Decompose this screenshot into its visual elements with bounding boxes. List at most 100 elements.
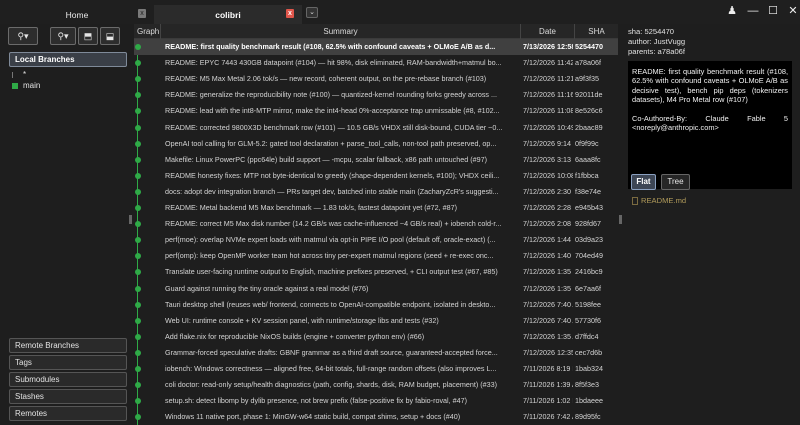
commit-row[interactable]: perf(omp): keep OpenMP worker team hot a… [134,248,618,264]
commit-row[interactable]: README: correct M5 Max disk number (14.2… [134,216,618,232]
local-branches-header[interactable]: Local Branches [9,52,127,67]
commit-row[interactable]: README honesty fixes: MTP not byte-ident… [134,168,618,184]
commit-node-icon [135,349,141,356]
commit-date: 7/12/2026 1:35 PM [523,267,573,277]
commit-row[interactable]: README: lead with the int8-MTP mirror, m… [134,103,618,119]
commit-date: 7/11/2026 1:02 PM [523,396,573,406]
commit-sha-cell: 8e526c6 [575,106,603,116]
commit-row[interactable]: iobench: Windows correctness — aligned f… [134,361,618,377]
tab-colibri-close-icon[interactable]: x [286,9,294,18]
account-icon[interactable]: ♟ [724,4,740,18]
commit-row[interactable]: README: first quality benchmark result (… [134,39,618,55]
commit-summary: README: first quality benchmark result (… [165,42,496,51]
commit-row[interactable]: Guard against running the tiny oracle ag… [134,281,618,297]
toolbar: ⚲▾ ⚲▾ ⬒ ⬓ [0,24,130,48]
commit-sha-cell: 704ed49 [575,251,603,261]
flat-view-button[interactable]: Flat [631,174,656,190]
commit-sha-cell: 1bab324 [575,364,603,373]
tags-header[interactable]: Tags [9,355,127,370]
column-header-summary[interactable]: Summary [160,24,520,39]
tab-home[interactable]: Home x [0,5,154,24]
commit-date: 7/12/2026 11:08 PM [523,106,573,116]
commit-date: 7/12/2026 1:35 AM [523,331,573,341]
commit-row[interactable]: README: corrected 9800X3D benchmark row … [134,120,618,136]
commit-row[interactable]: Web UI: runtime console + KV session pan… [134,313,618,329]
commit-summary: Grammar-forced speculative drafts: GBNF … [165,347,498,357]
commit-node-icon [135,124,141,131]
commit-sha-cell: 5198fee [575,299,601,309]
commit-row[interactable]: Grammar-forced speculative drafts: GBNF … [134,345,618,361]
commit-date: 7/11/2026 1:39 AM [523,380,573,390]
branch-label: main [23,81,41,90]
commit-row[interactable]: perf(moe): overlap NVMe expert loads wit… [134,232,618,248]
commit-row[interactable]: Makefile: Linux PowerPC (ppc64le) build … [134,152,618,168]
commit-date: 7/12/2026 1:40 PM [523,251,573,261]
commit-row[interactable]: Windows 11 native port, phase 1: MinGW-w… [134,409,618,425]
stash-button[interactable]: ⬒ [78,27,98,45]
commit-sha-cell: 6e7aa6f [575,283,601,293]
commit-summary: README: Metal backend M5 Max benchmark —… [165,203,458,212]
sidebar: Local Branches * main Remote Branches Ta… [0,48,132,425]
file-icon [632,196,638,205]
branch-item-main[interactable]: main [12,80,40,91]
remotes-header[interactable]: Remotes [9,406,127,421]
commit-row[interactable]: coli doctor: read-only setup/health diag… [134,377,618,393]
commit-sha-cell: f38e74e [575,186,601,196]
tab-colibri[interactable]: colibri x [154,5,302,24]
commit-node-icon [135,382,141,389]
tree-view-button[interactable]: Tree [661,174,690,190]
commit-sha-cell: a78a06f [575,58,601,68]
commit-summary: Tauri desktop shell (reuses web/ fronten… [165,299,496,309]
remote-branches-header[interactable]: Remote Branches [9,338,127,353]
commit-summary: Add flake.nix for reproducible NixOS bui… [165,331,425,341]
stash-pop-button[interactable]: ⬓ [100,27,120,45]
commit-sha-cell: cec7d6b [575,347,603,357]
fetch-button[interactable]: ⚲▾ [8,27,38,45]
pull-button[interactable]: ⚲▾ [50,27,76,45]
current-branch-icon [12,82,18,89]
branch-item-star[interactable]: * [12,69,26,80]
commit-sha-cell: 6aaa8fc [575,154,601,164]
commit-date: 7/12/2026 3:13 PM [523,154,573,164]
branch-marker-icon [12,71,18,78]
commit-row[interactable]: README: generalize the reproducibility n… [134,87,618,103]
commit-node-icon [135,188,141,195]
commit-details-panel: sha: 5254470 author: JustVugg parents: a… [620,24,800,425]
tab-home-close-icon[interactable]: x [138,9,146,18]
commit-date: 7/12/2026 10:08 PM [523,170,573,180]
commit-node-icon [135,253,141,260]
commit-message-body: README: first quality benchmark result (… [632,67,788,105]
commit-row[interactable]: README: EPYC 7443 430GB datapoint (#104)… [134,55,618,71]
commit-summary: coli doctor: read-only setup/health diag… [165,380,497,390]
commit-row[interactable]: README: Metal backend M5 Max benchmark —… [134,200,618,216]
commit-table: Graph Summary Date SHA README: first qua… [134,24,618,425]
commit-row[interactable]: OpenAI tool calling for GLM-5.2: gated t… [134,136,618,152]
commit-summary: setup.sh: detect libomp by dylib presenc… [165,396,468,406]
column-header-sha[interactable]: SHA [574,24,618,39]
commit-row[interactable]: setup.sh: detect libomp by dylib presenc… [134,393,618,409]
maximize-icon[interactable]: ☐ [765,4,781,18]
commit-node-icon [135,398,141,405]
changed-file-item[interactable]: README.md [632,196,686,205]
commit-date: 7/12/2026 12:35 AM [523,347,573,357]
close-window-icon[interactable]: ✕ [785,4,800,18]
commit-row[interactable]: Tauri desktop shell (reuses web/ fronten… [134,297,618,313]
commit-node-icon [135,269,141,276]
commit-row[interactable]: docs: adopt dev integration branch — PRs… [134,184,618,200]
submodules-header[interactable]: Submodules [9,372,127,387]
column-header-date[interactable]: Date [520,24,574,39]
commit-node-icon [135,140,141,147]
commit-summary: README honesty fixes: MTP not byte-ident… [165,170,500,180]
commit-message: README: first quality benchmark result (… [628,61,792,189]
commit-date: 7/13/2026 12:58 AM [523,42,573,51]
commit-sha-cell: 5254470 [575,42,603,51]
commit-author: author: JustVugg [628,37,686,46]
commit-row[interactable]: Translate user-facing runtime output to … [134,264,618,280]
commit-row[interactable]: Add flake.nix for reproducible NixOS bui… [134,329,618,345]
stashes-header[interactable]: Stashes [9,389,127,404]
commit-row[interactable]: README: M5 Max Metal 2.06 tok/s — new re… [134,71,618,87]
commit-date: 7/11/2026 8:19 PM [523,364,573,373]
minimize-icon[interactable]: — [745,4,761,18]
sidebar-resize-handle[interactable] [129,215,132,224]
tab-list-dropdown-icon[interactable]: ⌄ [306,7,318,18]
